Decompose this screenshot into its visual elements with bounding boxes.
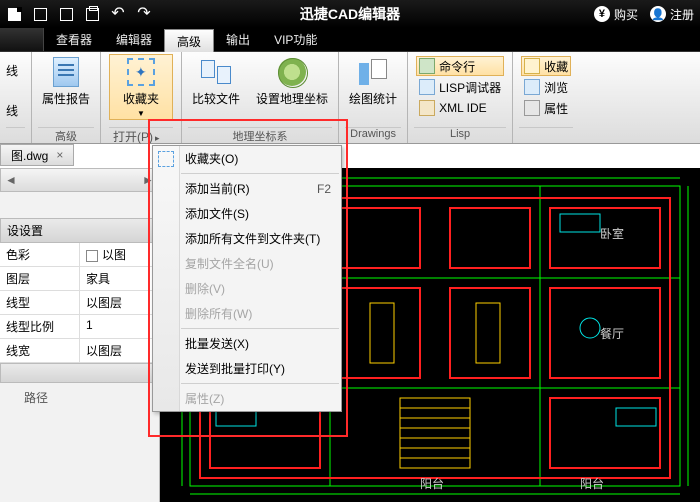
- register-button[interactable]: 👤 注册: [650, 6, 694, 23]
- saveall-icon[interactable]: [58, 6, 74, 22]
- star-icon: [524, 58, 540, 74]
- new-icon[interactable]: [6, 6, 22, 22]
- menu-separator: [181, 383, 339, 384]
- svg-text:卧室: 卧室: [600, 226, 624, 241]
- group-advanced-label: 高级: [38, 127, 94, 143]
- prop-row-ltscale[interactable]: 线型比例1: [0, 315, 159, 339]
- close-tab-icon[interactable]: ×: [56, 148, 63, 162]
- collect-button[interactable]: 收藏: [521, 56, 571, 76]
- prop-row-lineweight[interactable]: 线宽以图层: [0, 339, 159, 363]
- group-drawings-label: Drawings: [345, 127, 401, 143]
- set-geo-label: 设置地理坐标: [256, 90, 328, 107]
- menu-separator: [181, 328, 339, 329]
- set-geo-button[interactable]: 设置地理坐标: [252, 54, 332, 109]
- lisp-icon: [419, 79, 435, 95]
- menu-favorites[interactable]: 收藏夹(O): [153, 146, 341, 171]
- fav-small-icon: [158, 151, 174, 167]
- menu-batch-send[interactable]: 批量发送(X): [153, 331, 341, 356]
- main-tabs: 查看器 编辑器 高级 输出 VIP功能: [0, 28, 700, 52]
- props-button[interactable]: 属性: [521, 98, 571, 118]
- report-icon: [53, 57, 79, 87]
- svg-text:阳台: 阳台: [580, 476, 604, 491]
- panel-collapse-icon[interactable]: ◄: [1, 173, 21, 187]
- menu-delete-all: 删除所有(W): [153, 301, 341, 326]
- properties-panel: ◄ ► 设设置 色彩 以图 图层家具 线型以图层 线型比例1 线宽以图层 路径: [0, 168, 160, 502]
- menu-properties: 属性(Z): [153, 386, 341, 411]
- prop-row-layer[interactable]: 图层家具: [0, 267, 159, 291]
- collect-label: 收藏: [544, 58, 568, 75]
- favorites-menu: 收藏夹(O) 添加当前(R) F2 添加文件(S) 添加所有文件到文件夹(T) …: [152, 145, 342, 412]
- chevron-down-icon: ▼: [137, 109, 145, 118]
- property-report-label: 属性报告: [42, 90, 90, 107]
- browse-icon: [524, 79, 540, 95]
- stub-line-top[interactable]: 线: [6, 62, 18, 79]
- lisp-debugger-button[interactable]: LISP调试器: [416, 77, 504, 97]
- redo-icon[interactable]: ↷: [136, 6, 152, 22]
- settings-header: 设设置: [0, 218, 159, 243]
- shortcut-label: F2: [317, 182, 331, 196]
- lisp-label: LISP调试器: [439, 79, 501, 96]
- group-geo-label: 地理坐标系: [188, 127, 332, 143]
- svg-text:阳台: 阳台: [420, 476, 444, 491]
- menu-delete: 删除(V): [153, 276, 341, 301]
- app-menu-button[interactable]: [0, 28, 44, 51]
- compare-files-button[interactable]: 比较文件: [188, 54, 244, 109]
- tab-viewer[interactable]: 查看器: [44, 28, 104, 51]
- buy-button[interactable]: ¥ 购买: [594, 6, 638, 23]
- tab-vip[interactable]: VIP功能: [262, 28, 329, 51]
- path-label: 路径: [0, 383, 159, 412]
- save-icon[interactable]: [32, 6, 48, 22]
- commandline-button[interactable]: 命令行: [416, 56, 504, 76]
- register-label: 注册: [670, 6, 694, 23]
- ribbon: 线 线 属性报告 高级 收藏夹 ▼ 打开(P)▸ 比较: [0, 52, 700, 144]
- favorites-open-label[interactable]: 打开(P)▸: [109, 127, 173, 143]
- work-area: 图.dwg × 收藏夹(O) 添加当前(R) F2 添加文件(S) 添加所有文件…: [0, 144, 700, 502]
- tab-output[interactable]: 输出: [214, 28, 262, 51]
- compare-label: 比较文件: [192, 90, 240, 107]
- favorites-label: 收藏夹: [123, 90, 159, 107]
- props-label: 属性: [544, 100, 568, 117]
- menu-add-current[interactable]: 添加当前(R) F2: [153, 176, 341, 201]
- user-icon: 👤: [650, 6, 666, 22]
- svg-text:餐厅: 餐厅: [600, 326, 624, 341]
- undo-icon[interactable]: ↶: [110, 6, 126, 22]
- tab-editor[interactable]: 编辑器: [104, 28, 164, 51]
- buy-label: 购买: [614, 6, 638, 23]
- prop-row-color[interactable]: 色彩 以图: [0, 243, 159, 267]
- menu-copy-name: 复制文件全名(U): [153, 251, 341, 276]
- cmd-icon: [419, 58, 435, 74]
- tab-advanced[interactable]: 高级: [164, 29, 214, 52]
- drawing-stats-button[interactable]: 绘图统计: [345, 54, 401, 109]
- property-report-button[interactable]: 属性报告: [38, 54, 94, 109]
- yen-icon: ¥: [594, 6, 610, 22]
- compare-icon: [201, 60, 231, 84]
- print-icon[interactable]: [84, 6, 100, 22]
- stats-icon: [359, 59, 387, 85]
- xml-ide-button[interactable]: XML IDE: [416, 98, 504, 118]
- favorites-icon: [127, 58, 155, 86]
- menu-add-file[interactable]: 添加文件(S): [153, 201, 341, 226]
- checkbox-icon[interactable]: [86, 250, 98, 262]
- app-title: 迅捷CAD编辑器: [300, 4, 400, 24]
- drawing-stats-label: 绘图统计: [349, 90, 397, 107]
- browse-button[interactable]: 浏览: [521, 77, 571, 97]
- menu-separator: [181, 173, 339, 174]
- xml-label: XML IDE: [439, 101, 487, 115]
- prop-row-linetype[interactable]: 线型以图层: [0, 291, 159, 315]
- browse-label: 浏览: [544, 79, 568, 96]
- commandline-label: 命令行: [439, 58, 475, 75]
- xml-icon: [419, 100, 435, 116]
- group-lisp-label: Lisp: [414, 127, 506, 143]
- stub-line-bot[interactable]: 线: [6, 102, 18, 119]
- menu-add-all[interactable]: 添加所有文件到文件夹(T): [153, 226, 341, 251]
- titlebar: ↶ ↷ 迅捷CAD编辑器 ¥ 购买 👤 注册: [0, 0, 700, 28]
- props-icon: [524, 100, 540, 116]
- favorites-button[interactable]: 收藏夹 ▼: [109, 54, 173, 120]
- file-tab-label: 图.dwg: [11, 147, 48, 164]
- menu-send-print[interactable]: 发送到批量打印(Y): [153, 356, 341, 381]
- globe-icon: [278, 58, 306, 86]
- file-tab[interactable]: 图.dwg ×: [0, 144, 74, 166]
